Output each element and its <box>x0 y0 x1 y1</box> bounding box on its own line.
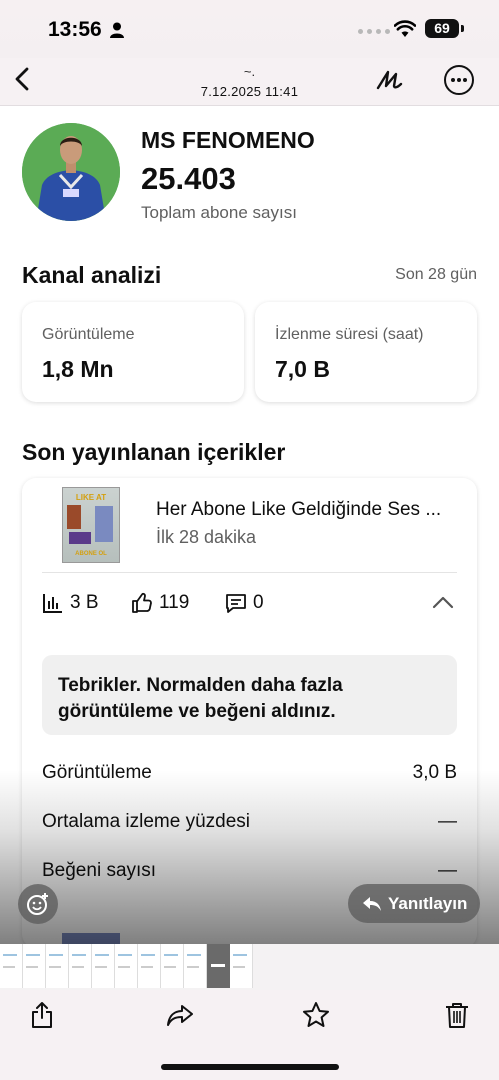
emoji-add-button[interactable] <box>18 884 58 924</box>
thumbs-up-icon <box>132 592 152 613</box>
comments-count: 0 <box>253 592 264 613</box>
thumbnail-text-bottom: ABONE OL <box>75 551 107 557</box>
thumbnail-figure <box>95 506 113 542</box>
row-label-views: Görüntüleme <box>42 762 152 783</box>
bar-chart-icon <box>43 594 62 613</box>
status-time: 13:56 <box>48 18 102 41</box>
battery-indicator: 69 <box>425 19 459 38</box>
ellipsis-circle-icon[interactable] <box>444 65 474 95</box>
wifi-icon <box>394 20 416 37</box>
share-icon[interactable] <box>27 1000 57 1030</box>
forward-icon[interactable] <box>165 1000 195 1030</box>
thumbnail-figure <box>69 532 91 544</box>
metric-card-watch-time[interactable]: İzlenme süresi (saat) 7,0 B <box>255 302 477 402</box>
video-subtitle: İlk 28 dakika <box>156 527 257 547</box>
comment-icon <box>226 594 246 613</box>
photo-subtitle: ~. <box>243 64 256 79</box>
thumbnail-figure <box>67 505 81 529</box>
row-label-avg-watch: Ortalama izleme yüzdesi <box>42 811 251 832</box>
strip-thumbnail-current[interactable] <box>207 944 230 988</box>
views-count: 3 B <box>70 592 99 613</box>
comments-stat: 0 <box>225 592 264 614</box>
subscriber-label: Toplam abone sayısı <box>141 203 297 222</box>
reply-arrow-icon <box>363 896 381 911</box>
home-indicator <box>161 1064 339 1070</box>
strip-thumbnail[interactable] <box>92 944 115 988</box>
video-thumbnail[interactable]: LIKE AT ABONE OL <box>62 487 120 563</box>
recent-content-title: Son yayınlanan içerikler <box>22 439 286 465</box>
row-value-views: 3,0 B <box>412 762 457 783</box>
metric-value: 7,0 B <box>275 356 330 382</box>
star-icon[interactable] <box>301 1000 331 1030</box>
thumbnail-text-top: LIKE AT <box>75 493 107 502</box>
emoji-add-icon <box>27 893 48 915</box>
photo-viewer-header: ~. 7.12.2025 11:41 <box>0 58 499 106</box>
views-stat: 3 B <box>42 592 99 614</box>
channel-avatar <box>22 123 120 221</box>
subscriber-count: 25.403 <box>141 161 236 196</box>
analytics-title: Kanal analizi <box>22 262 162 288</box>
markup-pen-icon[interactable] <box>374 64 406 96</box>
avatar-image <box>22 123 120 221</box>
strip-thumbnail[interactable] <box>115 944 138 988</box>
metric-card-views[interactable]: Görüntüleme 1,8 Mn <box>22 302 244 402</box>
video-title[interactable]: Her Abone Like Geldiğinde Ses ... <box>156 499 456 521</box>
trash-icon[interactable] <box>442 1000 472 1030</box>
recent-video-card: LIKE AT ABONE OL Her Abone Like Geldiğin… <box>22 478 477 948</box>
photo-date: 7.12.2025 11:41 <box>200 84 299 99</box>
person-icon <box>110 22 124 38</box>
row-label-likes: Beğeni sayısı <box>42 860 157 881</box>
metric-value: 1,8 Mn <box>42 356 114 382</box>
reply-button[interactable]: Yanıtlayın <box>348 884 480 923</box>
divider <box>42 572 457 573</box>
reply-label: Yanıtlayın <box>388 893 468 913</box>
strip-thumbnail[interactable] <box>138 944 161 988</box>
chevron-up-icon[interactable] <box>432 595 454 609</box>
strip-thumbnail[interactable] <box>184 944 207 988</box>
photo-thumbnail-strip[interactable] <box>0 944 499 990</box>
battery-tip <box>461 25 464 32</box>
strip-thumbnail[interactable] <box>230 944 253 988</box>
likes-count: 119 <box>159 592 190 613</box>
performance-notice: Tebrikler. Normalden daha fazla görüntül… <box>42 655 457 735</box>
analytics-period: Son 28 gün <box>395 266 477 283</box>
row-value-avg-watch: — <box>438 811 457 832</box>
strip-thumbnail[interactable] <box>69 944 92 988</box>
strip-thumbnail[interactable] <box>0 944 23 988</box>
status-bar: 13:56 69 <box>0 0 499 58</box>
cellular-signal-icon <box>358 29 390 34</box>
row-value-likes: — <box>438 860 457 881</box>
strip-thumbnail[interactable] <box>23 944 46 988</box>
metric-label: Görüntüleme <box>42 326 135 343</box>
strip-thumbnail[interactable] <box>46 944 69 988</box>
strip-thumbnail[interactable] <box>161 944 184 988</box>
metric-label: İzlenme süresi (saat) <box>275 326 424 343</box>
channel-name: MS FENOMENO <box>141 127 315 153</box>
likes-stat: 119 <box>131 592 189 614</box>
